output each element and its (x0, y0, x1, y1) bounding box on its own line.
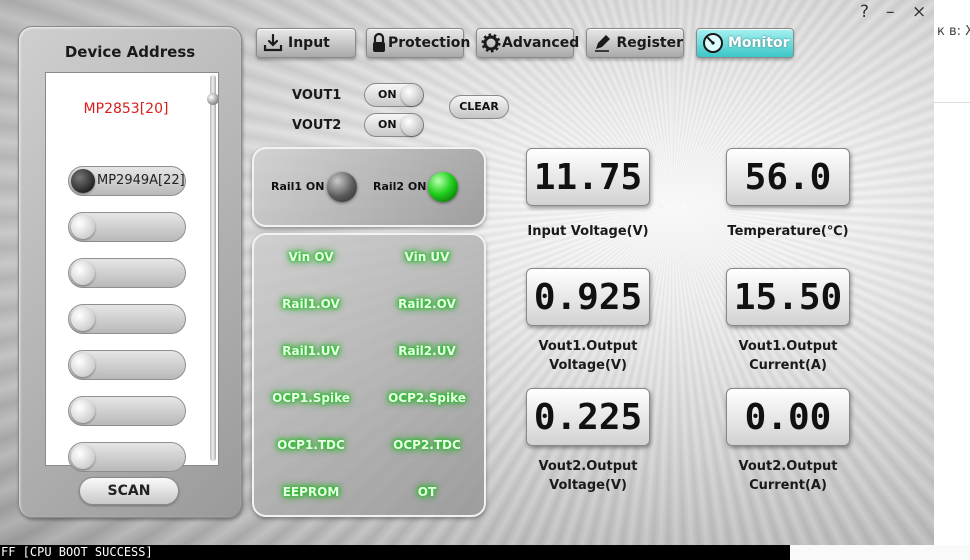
device-list: MP2853[20] MP2949A[22] (45, 72, 219, 472)
tab-advanced[interactable]: Advanced (476, 28, 579, 58)
device-slot-1[interactable]: MP2949A[22] (68, 166, 186, 196)
device-slot-knob (71, 215, 95, 239)
device-list-scrollbar[interactable] (207, 75, 219, 461)
protection-flags-panel: Vin OV Vin UV Rail1.OV Rail2.OV Rail1.UV… (252, 233, 486, 517)
flag-ocp1-tdc: OCP1.TDC (277, 438, 345, 452)
flag-vin-uv: Vin UV (404, 250, 450, 264)
rail2-indicator (428, 172, 458, 202)
tab-register[interactable]: Register (586, 28, 684, 58)
tab-input[interactable]: Input (256, 28, 356, 58)
tab-label: Protection (388, 35, 471, 51)
device-slot-2[interactable] (68, 212, 186, 242)
flag-rail1-ov: Rail1.OV (282, 297, 340, 311)
input-voltage-display: 11.75 (526, 148, 650, 206)
vout2-voltage-display: 0.225 (526, 388, 650, 446)
vout2-current-display: 0.00 (726, 388, 850, 446)
flag-eeprom: EEPROM (282, 485, 340, 499)
tab-monitor[interactable]: Monitor (696, 28, 794, 58)
device-slot-5[interactable] (68, 350, 186, 380)
vout1-label: VOUT1 (292, 88, 342, 103)
flag-rail2-uv: Rail2.UV (398, 344, 456, 358)
temperature-display: 56.0 (726, 148, 850, 206)
tab-label: Monitor (728, 35, 790, 51)
vout1-voltage-label: Vout1.Output Voltage(V) (538, 339, 638, 373)
scan-button[interactable]: SCAN (79, 477, 179, 505)
device-address-panel: Device Address MP2853[20] MP2949A[22] SC… (18, 26, 242, 518)
device-slot-knob (71, 307, 95, 331)
minimize-button[interactable]: – (886, 2, 895, 22)
rail-status-panel: Rail1 ON Rail2 ON (252, 147, 486, 227)
device-slot-knob (71, 445, 95, 469)
toggle-knob (401, 84, 423, 106)
flag-rail1-uv: Rail1.UV (282, 344, 340, 358)
vout2-current-label: Vout2.Output Current(A) (738, 459, 838, 493)
download-icon (261, 31, 285, 55)
vout1-voltage-display: 0.925 (526, 268, 650, 326)
tab-protection[interactable]: Protection (366, 28, 470, 58)
vout2-state: ON (378, 118, 397, 131)
lock-icon (371, 31, 387, 55)
tab-label: Advanced (502, 35, 580, 51)
flag-ocp2-tdc: OCP2.TDC (393, 438, 461, 452)
device-address-title: Device Address (64, 43, 196, 61)
device-slot-7[interactable] (68, 442, 186, 472)
flag-vin-ov: Vin OV (288, 250, 334, 264)
flag-rail2-ov: Rail2.OV (398, 297, 456, 311)
console-output: FF [CPU BOOT SUCCESS] (0, 545, 791, 560)
rail2-label: Rail2 ON (373, 180, 427, 193)
vout1-toggle[interactable]: ON (364, 83, 424, 107)
vout1-current-display: 15.50 (726, 268, 850, 326)
device-slot-knob (71, 169, 95, 193)
flag-ocp2-spike: OCP2.Spike (388, 391, 466, 405)
vout2-voltage-label: Vout2.Output Voltage(V) (538, 459, 638, 493)
app-window: ? – × Device Address MP2853[20] MP2949A[… (0, 0, 934, 545)
device-slot-3[interactable] (68, 258, 186, 288)
rail1-indicator (327, 172, 357, 202)
pencil-icon (591, 31, 613, 55)
vout1-state: ON (378, 88, 397, 101)
gear-icon (481, 31, 501, 55)
background-strip (790, 545, 970, 560)
device-slot-6[interactable] (68, 396, 186, 426)
scrollbar-thumb[interactable] (207, 93, 219, 105)
help-button[interactable]: ? (860, 2, 869, 22)
vout2-label: VOUT2 (292, 118, 342, 133)
flag-ocp1-spike: OCP1.Spike (272, 391, 350, 405)
device-slot-4[interactable] (68, 304, 186, 334)
close-button[interactable]: × (912, 2, 926, 22)
toggle-knob (401, 114, 423, 136)
selected-device-label[interactable]: MP2853[20] (46, 101, 206, 117)
rail1-label: Rail1 ON (271, 180, 325, 193)
temperature-label: Temperature(℃) (727, 224, 849, 239)
gauge-icon (701, 31, 725, 55)
device-slot-knob (71, 399, 95, 423)
tab-label: Input (288, 35, 330, 51)
background-divider (934, 102, 970, 103)
device-slot-label: MP2949A[22] (97, 173, 185, 188)
vout2-toggle[interactable]: ON (364, 113, 424, 137)
device-slot-knob (71, 353, 95, 377)
device-slot-knob (71, 261, 95, 285)
input-voltage-label: Input Voltage(V) (527, 224, 649, 239)
flag-ot: OT (417, 485, 437, 499)
clear-button[interactable]: CLEAR (449, 95, 509, 119)
vout1-current-label: Vout1.Output Current(A) (738, 339, 838, 373)
background-app: к в: Хь (934, 0, 970, 545)
tab-label: Register (616, 35, 683, 51)
background-text-fragment: к в: Хь (937, 24, 970, 39)
